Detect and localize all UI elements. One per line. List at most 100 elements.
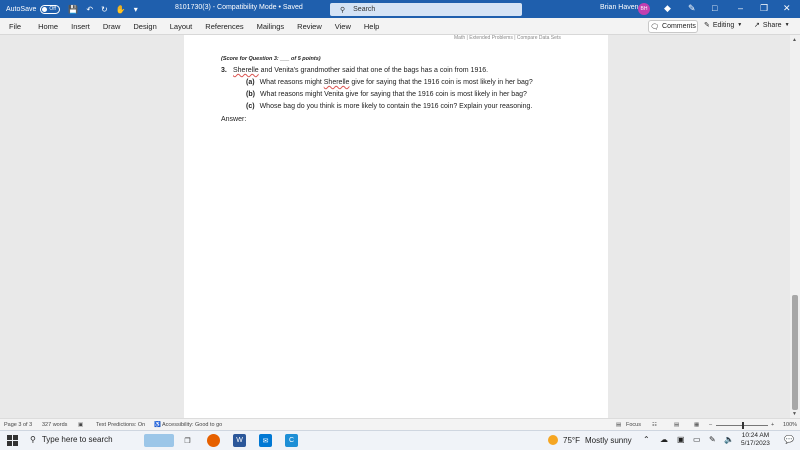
editing-label: Editing (712, 21, 735, 29)
firefox-icon[interactable] (207, 434, 220, 447)
zoom-out-icon[interactable]: – (709, 422, 712, 428)
page-header: Math | Extended Problems | Compare Data … (454, 35, 561, 41)
menu-layout[interactable]: Layout (170, 22, 193, 31)
menu-mailings[interactable]: Mailings (257, 22, 285, 31)
search-box[interactable]: ⚲ Search (330, 3, 522, 16)
restore-icon[interactable]: ❐ (760, 3, 768, 14)
autosave-toggle[interactable]: Off (40, 4, 61, 14)
user-name[interactable]: Brian Haven (600, 4, 639, 11)
answer-label: Answer: (221, 116, 247, 123)
question-part-c: (c) Whose bag do you think is more likel… (246, 103, 533, 110)
zoom-slider-thumb[interactable] (742, 422, 744, 429)
accessibility-status[interactable]: Accessibility: Good to go (162, 422, 222, 428)
autosave-label: AutoSave (6, 5, 37, 13)
taskbar-search[interactable]: ⚲ Type here to search (30, 435, 113, 444)
question-text: Sherelle and Venita's grandmother said t… (233, 67, 489, 74)
search-icon: ⚲ (30, 435, 36, 444)
menu-draw[interactable]: Draw (103, 22, 121, 31)
menu-view[interactable]: View (335, 22, 351, 31)
volume-icon[interactable]: 🔈 (724, 435, 734, 444)
search-icon: ⚲ (340, 6, 346, 14)
close-icon[interactable]: ✕ (783, 3, 791, 14)
web-layout-icon[interactable]: ▦ (694, 422, 699, 428)
misspelled-name[interactable]: Sherelle (233, 67, 259, 74)
diamond-icon[interactable]: ◆ (664, 3, 671, 14)
chevron-down-icon: ▼ (737, 22, 743, 28)
taskbar-search-placeholder: Type here to search (41, 435, 113, 444)
document-page[interactable]: Math | Extended Problems | Compare Data … (184, 35, 608, 418)
read-mode-icon[interactable]: ☷ (652, 422, 657, 428)
title-bar: AutoSave Off 💾 ↶ ↻ ✋ ▾ 8101730(3) - Comp… (0, 0, 800, 18)
windows-start-icon[interactable] (7, 435, 18, 446)
print-layout-icon[interactable]: ▤ (674, 422, 679, 428)
chevron-down-icon: ▼ (784, 22, 790, 28)
customize-toolbar-icon[interactable]: ▾ (134, 5, 138, 14)
menu-file[interactable]: File (9, 22, 21, 31)
date: 5/17/2023 (741, 440, 770, 447)
menu-insert[interactable]: Insert (71, 22, 90, 31)
chevron-up-icon[interactable]: ⌃ (643, 435, 650, 444)
pen-icon[interactable]: ✎ (709, 435, 716, 444)
accessibility-icon: ♿ (154, 422, 161, 428)
status-bar: Page 3 of 3 327 words ▣ Text Predictions… (0, 418, 800, 430)
cloud-icon[interactable]: ☁ (660, 435, 668, 444)
task-view-icon[interactable]: ❐ (181, 434, 194, 447)
document-canvas[interactable]: Math | Extended Problems | Compare Data … (0, 35, 790, 418)
scroll-up-icon[interactable]: ▲ (792, 37, 797, 43)
scroll-down-icon[interactable]: ▼ (792, 411, 797, 417)
weather-condition: Mostly sunny (584, 435, 632, 445)
menu-design[interactable]: Design (133, 22, 156, 31)
editing-button[interactable]: ✎ Editing ▼ (704, 21, 743, 30)
menu-home[interactable]: Home (38, 22, 58, 31)
question-number: 3. (221, 67, 227, 74)
focus-button[interactable]: Focus (626, 422, 641, 428)
sun-icon (548, 435, 558, 445)
display-icon[interactable]: ▭ (693, 435, 701, 444)
scroll-thumb[interactable] (792, 295, 798, 410)
vertical-scrollbar[interactable]: ▲ ▼ (790, 35, 800, 418)
app-icon[interactable]: C (285, 434, 298, 447)
temperature: 75°F (563, 435, 580, 445)
comment-icon: 🗨 (650, 23, 660, 31)
comments-button[interactable]: 🗨 Comments (648, 20, 698, 33)
ribbon-options-icon[interactable]: □ (712, 3, 717, 13)
score-line: (Score for Question 3: ___ of 5 points) (221, 56, 321, 62)
search-placeholder: Search (353, 6, 376, 13)
time: 10:24 AM (741, 432, 770, 439)
pencil-icon: ✎ (704, 22, 710, 29)
share-button[interactable]: ↗ Share ▼ (754, 21, 790, 30)
network-icon[interactable]: ▣ (677, 435, 685, 444)
touch-mode-icon[interactable]: ✋ (116, 5, 126, 14)
clock[interactable]: 10:24 AM 5/17/2023 (741, 432, 770, 448)
notification-icon[interactable]: 💬 (784, 435, 794, 444)
word-icon[interactable]: W (233, 434, 246, 447)
page-count[interactable]: Page 3 of 3 (4, 422, 32, 428)
question-part-a: (a) What reasons might Sherelle give for… (246, 79, 533, 86)
menu-references[interactable]: References (205, 22, 243, 31)
comments-label: Comments (662, 23, 696, 30)
menu-review[interactable]: Review (297, 22, 322, 31)
widgets-icon[interactable] (144, 434, 174, 447)
word-count[interactable]: 327 words (42, 422, 67, 428)
save-icon[interactable]: 💾 (68, 5, 78, 14)
misspelled-name[interactable]: Sherelle (324, 79, 350, 86)
redo-icon[interactable]: ↻ (101, 5, 108, 14)
taskbar: ⚲ Type here to search ❐ W ✉ C 75°F Mostl… (0, 430, 800, 450)
undo-icon[interactable]: ↶ (86, 5, 93, 14)
share-icon: ↗ (754, 22, 760, 29)
avatar[interactable]: BH (638, 3, 650, 15)
proofing-icon[interactable]: ▣ (78, 422, 83, 428)
pen-icon[interactable]: ✎ (688, 3, 696, 14)
autosave-control[interactable]: AutoSave Off (6, 4, 61, 14)
share-label: Share (762, 21, 782, 29)
zoom-level[interactable]: 100% (783, 422, 797, 428)
document-title[interactable]: 8101730(3) - Compatibility Mode • Saved (175, 4, 303, 11)
text-predictions[interactable]: Text Predictions: On (96, 422, 145, 428)
zoom-in-icon[interactable]: + (771, 422, 774, 428)
mail-icon[interactable]: ✉ (259, 434, 272, 447)
minimize-icon[interactable]: – (738, 3, 743, 13)
menu-bar: File Home Insert Draw Design Layout Refe… (0, 18, 800, 35)
question-part-b: (b) What reasons might Venita give for s… (246, 91, 527, 98)
weather-widget[interactable]: 75°F Mostly sunny (548, 435, 632, 445)
menu-help[interactable]: Help (364, 22, 379, 31)
